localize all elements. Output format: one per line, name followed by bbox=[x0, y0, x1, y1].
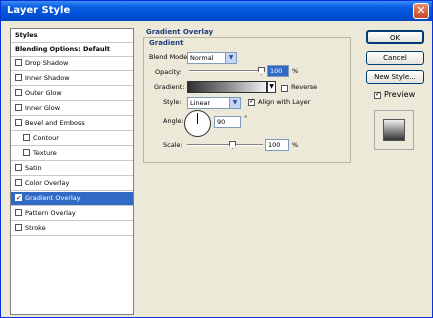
blend-mode-select[interactable]: Normal ▼ bbox=[187, 52, 237, 64]
opacity-unit: % bbox=[292, 67, 299, 75]
gradient-picker-chevron-icon[interactable]: ▼ bbox=[267, 81, 276, 93]
angle-input[interactable]: 90 bbox=[214, 116, 241, 128]
sidebar-item-satin[interactable]: Satin bbox=[11, 162, 133, 176]
sidebar-item-label: Gradient Overlay bbox=[25, 194, 81, 202]
scale-unit: % bbox=[292, 141, 299, 149]
style-label: Style: bbox=[163, 98, 182, 106]
opacity-slider[interactable] bbox=[189, 70, 265, 72]
angle-dial[interactable] bbox=[184, 110, 211, 137]
sidebar-item-contour[interactable]: Contour bbox=[11, 132, 133, 146]
sidebar-item-label: Inner Glow bbox=[25, 104, 61, 112]
preview-label: Preview bbox=[384, 90, 416, 99]
scale-input[interactable]: 100 bbox=[265, 139, 289, 151]
reverse-label: Reverse bbox=[291, 83, 318, 91]
sidebar-item-checkbox[interactable] bbox=[15, 73, 22, 81]
styles-header[interactable]: Styles bbox=[11, 29, 133, 43]
scale-label: Scale: bbox=[163, 141, 183, 149]
opacity-label: Opacity: bbox=[155, 68, 182, 76]
sidebar-item-label: Drop Shadow bbox=[25, 59, 69, 67]
sidebar-item-drop-shadow[interactable]: Drop Shadow bbox=[11, 57, 133, 71]
layer-style-dialog: Layer Style ✕ Styles Blending Options: D… bbox=[0, 0, 433, 318]
angle-unit: ° bbox=[244, 114, 248, 122]
preview-swatch bbox=[383, 119, 405, 141]
style-preview bbox=[374, 110, 414, 150]
new-style-button[interactable]: New Style... bbox=[366, 70, 424, 84]
blend-mode-value: Normal bbox=[190, 54, 214, 62]
sidebar-item-outer-glow[interactable]: Outer Glow bbox=[11, 87, 133, 101]
reverse-checkbox[interactable] bbox=[281, 85, 288, 92]
sidebar-item-checkbox[interactable] bbox=[15, 163, 22, 171]
gradient-label: Gradient: bbox=[154, 83, 185, 91]
sidebar-item-checkbox[interactable] bbox=[15, 178, 22, 186]
opacity-input[interactable]: 100 bbox=[267, 65, 289, 77]
sidebar-item-color-overlay[interactable]: Color Overlay bbox=[11, 177, 133, 191]
window-title: Layer Style bbox=[7, 5, 71, 16]
sidebar-item-label: Color Overlay bbox=[25, 179, 70, 187]
sidebar-item-label: Stroke bbox=[25, 224, 46, 232]
sidebar-item-pattern-overlay[interactable]: Pattern Overlay bbox=[11, 207, 133, 221]
chevron-down-icon: ▼ bbox=[229, 98, 240, 108]
sidebar-item-checkbox[interactable] bbox=[15, 208, 22, 216]
sidebar-item-label: Pattern Overlay bbox=[25, 209, 76, 217]
sidebar-item-checkbox[interactable] bbox=[15, 118, 22, 126]
sidebar-item-inner-glow[interactable]: Inner Glow bbox=[11, 102, 133, 116]
ok-button[interactable]: OK bbox=[366, 30, 424, 44]
sidebar-item-checkbox[interactable] bbox=[15, 192, 22, 205]
style-select[interactable]: Linear ▼ bbox=[187, 97, 241, 109]
sidebar-item-checkbox[interactable] bbox=[15, 103, 22, 111]
gradient-preview[interactable] bbox=[187, 81, 267, 93]
sidebar-item-checkbox[interactable] bbox=[23, 133, 30, 141]
blending-options-item[interactable]: Blending Options: Default bbox=[11, 43, 133, 57]
sidebar-item-label: Inner Shadow bbox=[25, 74, 70, 82]
sidebar-item-texture[interactable]: Texture bbox=[11, 147, 133, 161]
sidebar-item-inner-shadow[interactable]: Inner Shadow bbox=[11, 72, 133, 86]
sidebar-item-bevel-and-emboss[interactable]: Bevel and Emboss bbox=[11, 117, 133, 131]
close-button[interactable]: ✕ bbox=[413, 3, 429, 19]
sidebar-item-gradient-overlay[interactable]: Gradient Overlay bbox=[11, 192, 133, 206]
angle-label: Angle: bbox=[163, 117, 184, 125]
align-with-layer-checkbox[interactable] bbox=[248, 97, 255, 106]
cancel-button[interactable]: Cancel bbox=[366, 51, 424, 65]
sidebar-item-label: Texture bbox=[33, 149, 57, 157]
chevron-down-icon: ▼ bbox=[225, 53, 236, 63]
sidebar-item-checkbox[interactable] bbox=[15, 88, 22, 96]
align-with-layer-label: Align with Layer bbox=[258, 98, 311, 106]
panel-title: Gradient Overlay bbox=[146, 28, 214, 36]
sidebar-item-checkbox[interactable] bbox=[23, 148, 30, 156]
sidebar-item-checkbox[interactable] bbox=[15, 223, 22, 231]
group-title: Gradient bbox=[149, 39, 184, 47]
styles-list: Styles Blending Options: Default Drop Sh… bbox=[10, 28, 134, 315]
blend-mode-label: Blend Mode: bbox=[149, 53, 190, 61]
sidebar-item-checkbox[interactable] bbox=[15, 58, 22, 66]
sidebar-item-label: Bevel and Emboss bbox=[25, 119, 85, 127]
sidebar-item-label: Contour bbox=[33, 134, 59, 142]
sidebar-item-label: Outer Glow bbox=[25, 89, 62, 97]
scale-slider[interactable] bbox=[187, 144, 263, 146]
preview-checkbox[interactable] bbox=[374, 90, 381, 99]
sidebar-item-stroke[interactable]: Stroke bbox=[11, 222, 133, 236]
title-bar: Layer Style ✕ bbox=[1, 1, 432, 21]
style-value: Linear bbox=[190, 99, 211, 107]
sidebar-item-label: Satin bbox=[25, 164, 42, 172]
